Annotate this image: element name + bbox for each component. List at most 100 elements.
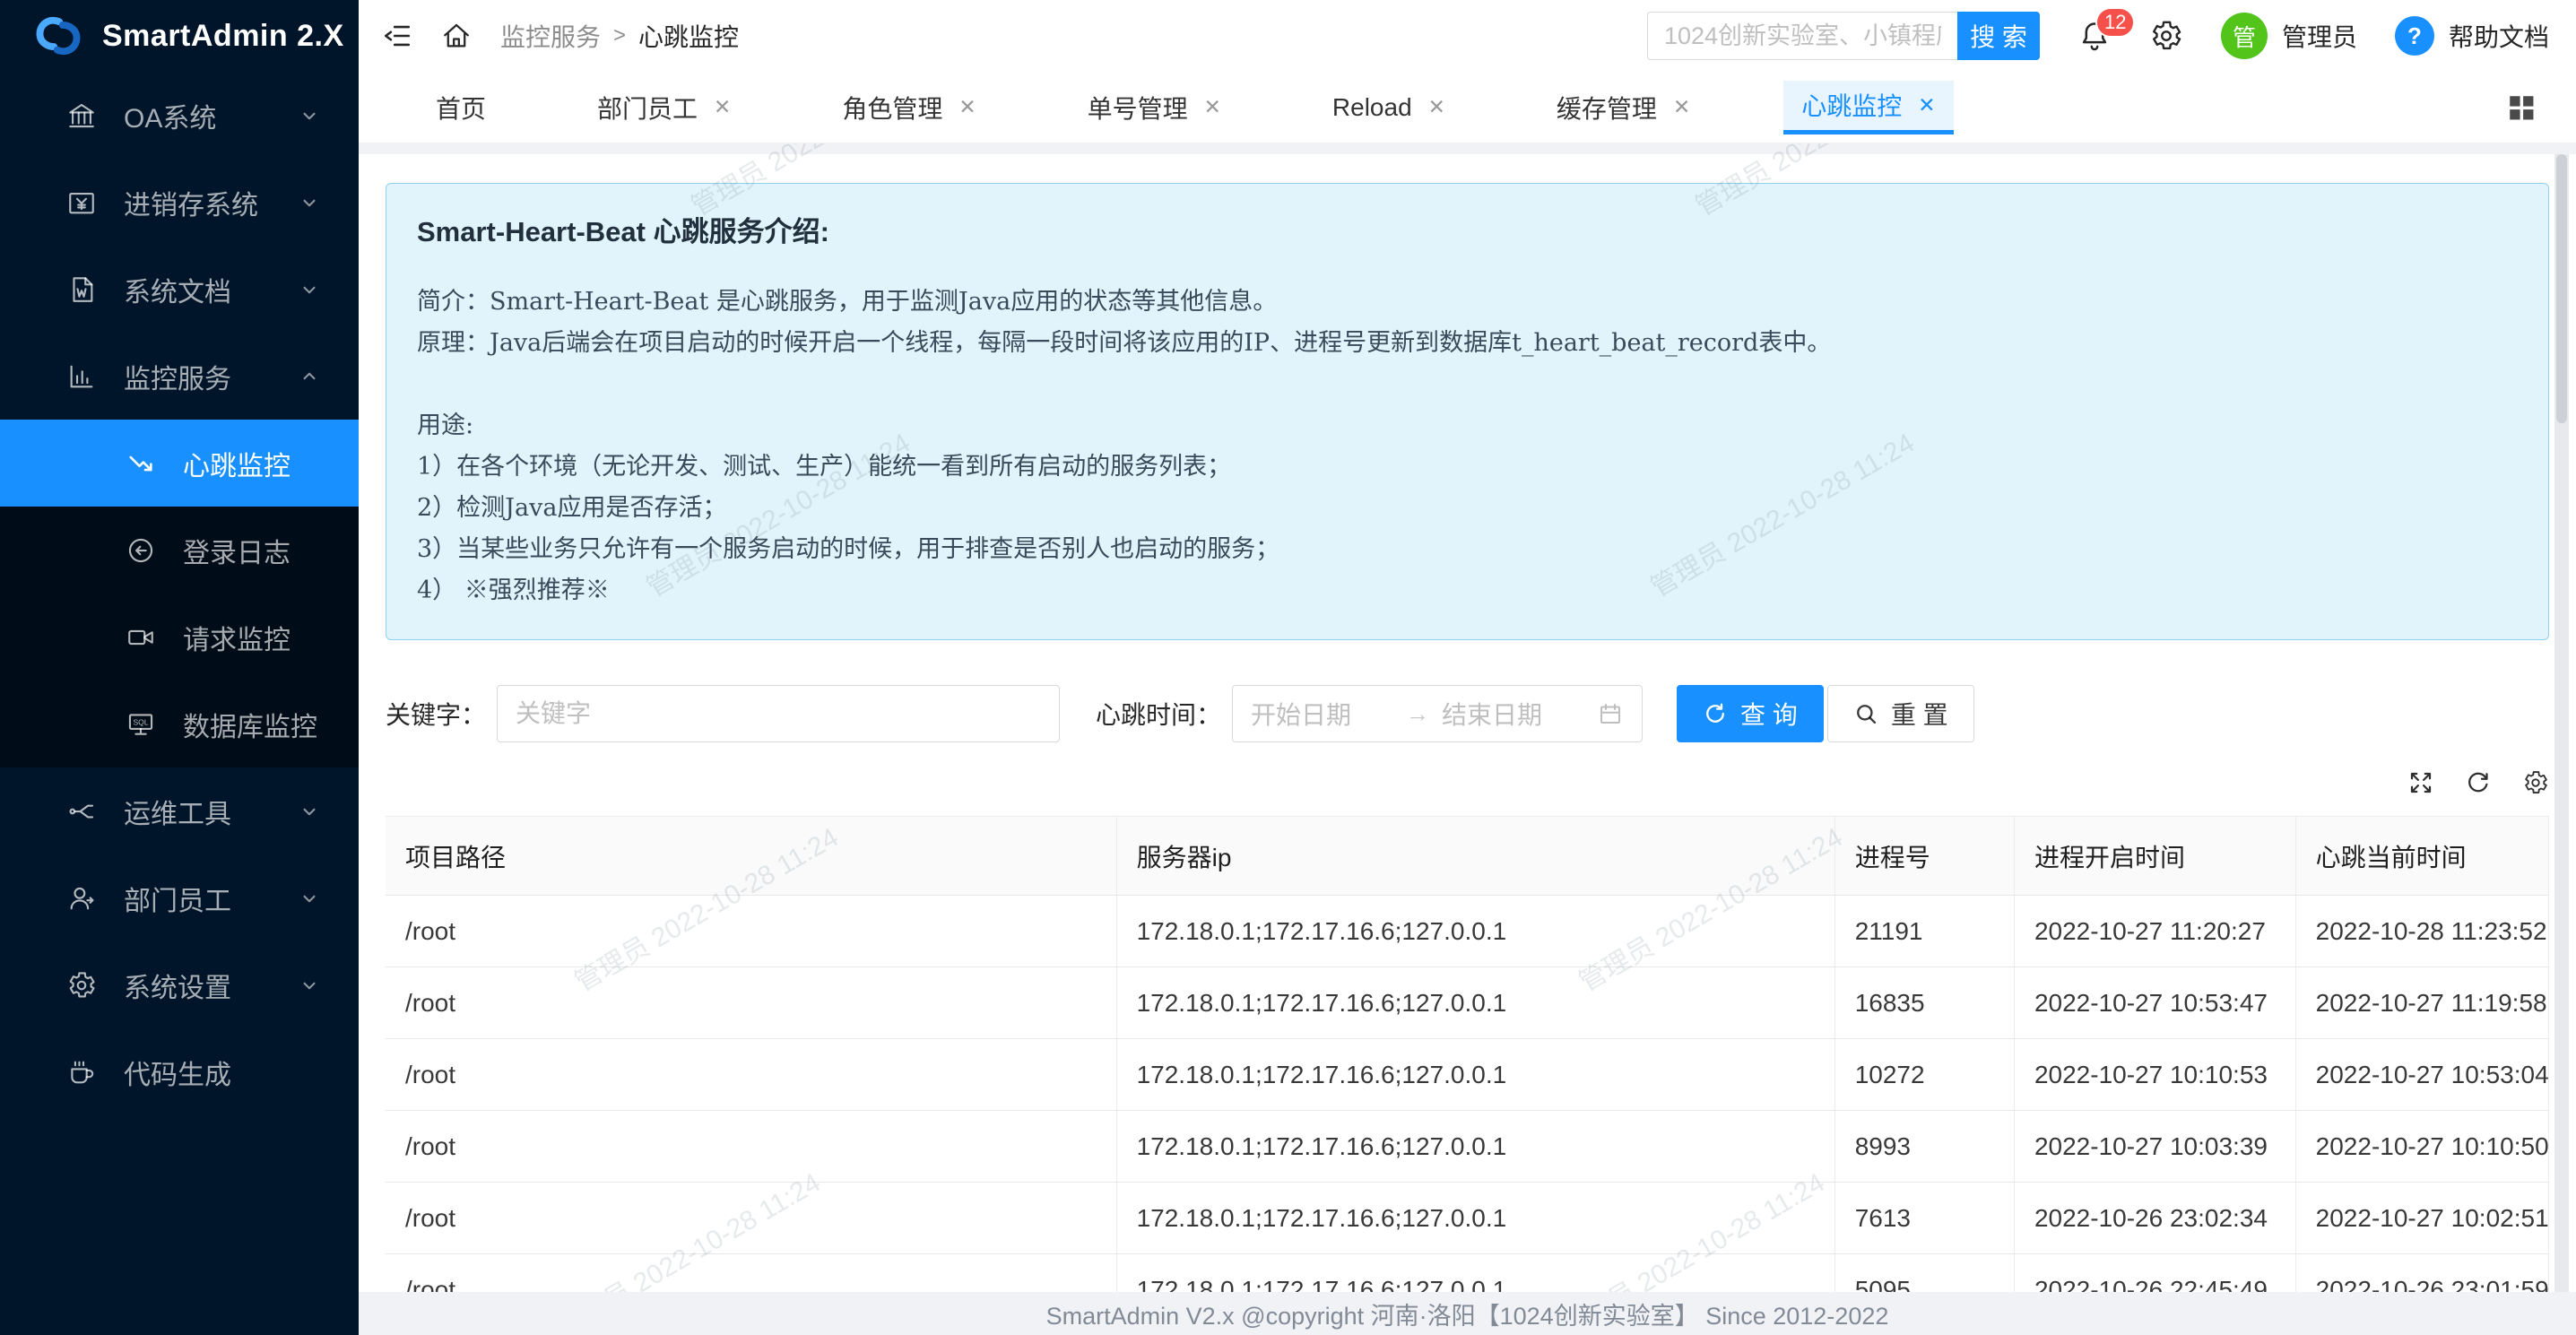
header-gear-icon[interactable] [2149,19,2183,53]
info-line: 2）检测Java应用是否存活； [417,488,2518,529]
chevron-down-icon [298,191,321,214]
info-line: 3）当某些业务只允许有一个服务启动的时候，用于排查是否别人也启动的服务； [417,529,2518,570]
tab-label: 角色管理 [842,90,942,126]
fall-arrow-icon [126,448,156,479]
cell-pid: 10272 [1835,1039,2015,1110]
logo[interactable]: SmartAdmin 2.X [0,0,359,72]
cell-beat-time: 2022-10-27 11:19:58 [2296,967,2549,1038]
tab-employees[interactable]: 部门员工 ✕ [579,81,749,134]
filter-bar: 关键字： 心跳时间： 开始日期 → 结束日期 [386,685,2549,742]
keyword-input[interactable] [497,685,1060,742]
table-row[interactable]: /root 172.18.0.1;172.17.16.6;127.0.0.1 7… [386,1183,2549,1254]
column-header: 进程号 [1835,817,2015,895]
chevron-down-icon [298,887,321,910]
gear-icon [66,970,97,1001]
sidebar-item-oa[interactable]: OA系统 [0,72,359,159]
search-input[interactable] [1647,12,1957,60]
start-date-placeholder[interactable]: 开始日期 [1251,696,1393,732]
close-icon[interactable]: ✕ [714,95,731,119]
scrollbar-thumb[interactable] [2556,154,2567,423]
table-row[interactable]: /root 172.18.0.1;172.17.16.6;127.0.0.1 2… [386,896,2549,967]
close-icon[interactable]: ✕ [1428,95,1445,119]
sidebar: SmartAdmin 2.X OA系统 进销存系统 [0,0,359,1335]
refresh-icon[interactable] [2465,769,2492,796]
chevron-down-icon [298,104,321,127]
tab-reload[interactable]: Reload ✕ [1314,81,1463,134]
close-icon[interactable]: ✕ [1673,95,1690,119]
date-range-picker[interactable]: 开始日期 → 结束日期 [1232,685,1643,742]
sidebar-item-settings[interactable]: 系统设置 [0,941,359,1028]
sidebar-item-ops-tools[interactable]: 运维工具 [0,767,359,854]
cell-ip: 172.18.0.1;172.17.16.6;127.0.0.1 [1117,896,1835,967]
fullscreen-icon[interactable] [2407,769,2434,796]
tab-label: 缓存管理 [1557,90,1657,126]
sidebar-item-label: OA系统 [124,96,298,135]
tab-cache[interactable]: 缓存管理 ✕ [1539,81,1708,134]
sidebar-item-login-log[interactable]: 登录日志 [0,507,359,594]
login-icon [126,535,156,566]
column-settings-gear-icon[interactable] [2522,769,2549,796]
swap-right-icon: → [1406,700,1429,728]
help-link[interactable]: ? 帮助文档 [2395,16,2549,56]
sidebar-item-employees[interactable]: 部门员工 [0,854,359,941]
info-panel-title: Smart-Heart-Beat 心跳服务介绍: [417,209,2518,249]
column-header: 心跳当前时间 [2296,817,2549,895]
chevron-down-icon [298,974,321,997]
cell-pid: 16835 [1835,967,2015,1038]
sidebar-item-label: 请求监控 [183,618,321,657]
user-menu[interactable]: 管 管理员 [2221,13,2357,59]
footer-copyright: SmartAdmin V2.x @copyright 河南·洛阳【1024创新实… [1046,1296,1889,1331]
bank-icon [66,100,97,131]
close-icon[interactable]: ✕ [1204,95,1221,119]
table-row[interactable]: /root 172.18.0.1;172.17.16.6;127.0.0.1 1… [386,1039,2549,1111]
tab-roles[interactable]: 角色管理 ✕ [824,81,993,134]
search-button[interactable]: 搜 索 [1957,12,2040,60]
sidebar-item-label: 心跳监控 [183,444,321,483]
sidebar-item-codegen[interactable]: 代码生成 [0,1028,359,1115]
tab-heartbeat[interactable]: 心跳监控 ✕ [1783,81,1953,134]
sidebar-item-db-monitor[interactable]: SQL 数据库监控 [0,681,359,767]
close-icon[interactable]: ✕ [958,95,976,119]
cell-path: /root [386,1254,1117,1292]
cell-start-time: 2022-10-26 22:45:49 [2015,1254,2296,1292]
reset-button[interactable]: 重 置 [1827,685,1974,742]
file-word-icon [66,274,97,305]
sidebar-item-heartbeat[interactable]: 心跳监控 [0,420,359,507]
query-button[interactable]: 查 询 [1677,685,1824,742]
close-icon[interactable]: ✕ [1918,93,1935,117]
sidebar-item-label: 部门员工 [124,879,298,918]
column-header: 项目路径 [386,817,1117,895]
home-icon[interactable] [441,21,472,51]
breadcrumb-parent[interactable]: 监控服务 [500,18,601,54]
heartbeat-table: 项目路径 服务器ip 进程号 进程开启时间 心跳当前时间 /root 172.1… [386,816,2549,1292]
table-header-row: 项目路径 服务器ip 进程号 进程开启时间 心跳当前时间 [386,817,2549,896]
heartbeat-page-card: Smart-Heart-Beat 心跳服务介绍: 简介：Smart-Heart-… [359,154,2576,1292]
table-row[interactable]: /root 172.18.0.1;172.17.16.6;127.0.0.1 1… [386,967,2549,1039]
sidebar-item-inventory[interactable]: 进销存系统 [0,159,359,246]
chevron-up-icon [298,365,321,388]
tab-serial[interactable]: 单号管理 ✕ [1070,81,1239,134]
sidebar-item-request-monitor[interactable]: 请求监控 [0,594,359,681]
tab-options-grid-icon[interactable] [2506,92,2537,123]
menu-fold-icon[interactable] [382,21,412,51]
cell-path: /root [386,1039,1117,1110]
header-search: 搜 索 [1647,12,2040,60]
tab-home[interactable]: 首页 [418,81,504,134]
sidebar-menu: OA系统 进销存系统 系统文档 监 [0,72,359,1335]
coffee-icon [66,1057,97,1088]
sidebar-item-docs[interactable]: 系统文档 [0,246,359,333]
tab-label: 心跳监控 [1801,87,1902,123]
table-row[interactable]: /root 172.18.0.1;172.17.16.6;127.0.0.1 8… [386,1111,2549,1183]
user-icon [66,883,97,914]
notification-bell[interactable]: 12 [2077,18,2112,54]
query-button-label: 查 询 [1740,696,1798,732]
heartbeat-time-label: 心跳时间： [1096,696,1221,732]
calendar-icon [1597,700,1624,727]
table-row[interactable]: /root 172.18.0.1;172.17.16.6;127.0.0.1 5… [386,1254,2549,1292]
sidebar-item-monitor[interactable]: 监控服务 [0,333,359,420]
cell-beat-time: 2022-10-28 11:23:52 [2296,896,2549,967]
end-date-placeholder[interactable]: 结束日期 [1442,696,1584,732]
content-scrollbar[interactable] [2554,154,2569,1292]
sidebar-item-label: 数据库监控 [183,705,321,744]
cell-pid: 7613 [1835,1183,2015,1253]
